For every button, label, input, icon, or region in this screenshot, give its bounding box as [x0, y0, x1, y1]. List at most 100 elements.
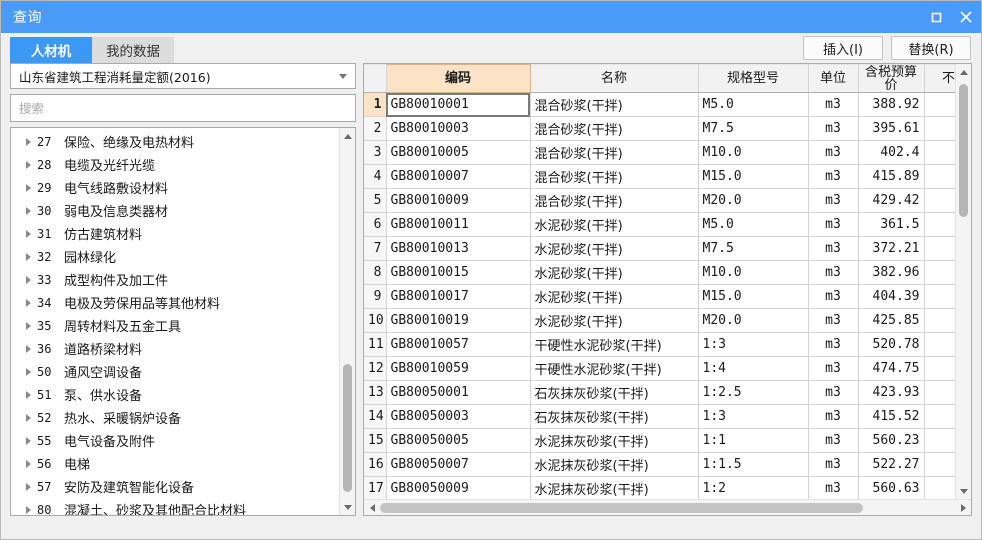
cell-nettax[interactable] [924, 236, 955, 261]
cell-code[interactable]: GB80010057 [386, 332, 531, 357]
chevron-right-icon[interactable] [21, 344, 35, 353]
tree-vertical-scrollbar[interactable] [339, 128, 355, 515]
cell-nettax[interactable] [924, 116, 955, 141]
cell-unit[interactable]: m3 [808, 236, 859, 261]
cell-name[interactable]: 水泥砂浆(干拌) [530, 260, 699, 285]
cell-nettax[interactable] [924, 188, 955, 213]
row-number-cell[interactable]: 8 [364, 260, 387, 285]
cell-price[interactable]: 402.4 [858, 140, 925, 165]
cell-price[interactable]: 382.96 [858, 260, 925, 285]
grid-horizontal-scrollbar[interactable] [364, 499, 971, 515]
table-row[interactable]: 16 GB80050007 水泥抹灰砂浆(干拌) 1:1.5 m3 522.27 [364, 452, 955, 477]
cell-price[interactable]: 388.92 [858, 92, 925, 117]
col-header-name[interactable]: 名称 [530, 64, 699, 93]
cell-unit[interactable]: m3 [808, 476, 859, 499]
table-row[interactable]: 7 GB80010013 水泥砂浆(干拌) M7.5 m3 372.21 [364, 236, 955, 261]
cell-unit[interactable]: m3 [808, 332, 859, 357]
col-header-unit[interactable]: 单位 [808, 64, 859, 93]
tree-item[interactable]: 52 热水、采暖锅炉设备 [11, 406, 339, 429]
cell-code[interactable]: GB80010013 [386, 236, 531, 261]
cell-name[interactable]: 水泥抹灰砂浆(干拌) [530, 476, 699, 499]
library-select[interactable]: 山东省建筑工程消耗量定额(2016) [10, 63, 356, 89]
cell-name[interactable]: 混合砂浆(干拌) [530, 92, 699, 117]
chevron-right-icon[interactable] [21, 137, 35, 146]
cell-spec[interactable]: M15.0 [698, 164, 809, 189]
tree-item[interactable]: 29 电气线路敷设材料 [11, 176, 339, 199]
tree-item[interactable]: 50 通风空调设备 [11, 360, 339, 383]
tree-item[interactable]: 30 弱电及信息类器材 [11, 199, 339, 222]
tree-item[interactable]: 32 园林绿化 [11, 245, 339, 268]
cell-price[interactable]: 560.63 [858, 476, 925, 499]
table-row[interactable]: 17 GB80050009 水泥抹灰砂浆(干拌) 1:2 m3 560.63 [364, 476, 955, 499]
chevron-right-icon[interactable] [21, 390, 35, 399]
cell-name[interactable]: 混合砂浆(干拌) [530, 188, 699, 213]
cell-unit[interactable]: m3 [808, 308, 859, 333]
chevron-right-icon[interactable] [21, 160, 35, 169]
col-header-code[interactable]: 编码 [385, 64, 531, 93]
cell-unit[interactable]: m3 [808, 404, 859, 429]
row-number-cell[interactable]: 12 [364, 356, 387, 381]
cell-nettax[interactable] [924, 380, 955, 405]
row-number-cell[interactable]: 6 [364, 212, 387, 237]
tree-item[interactable]: 36 道路桥梁材料 [11, 337, 339, 360]
tree-scroll-thumb[interactable] [343, 364, 352, 492]
cell-code[interactable]: GB80050001 [386, 380, 531, 405]
table-row[interactable]: 4 GB80010007 混合砂浆(干拌) M15.0 m3 415.89 [364, 164, 955, 189]
row-number-cell[interactable]: 10 [364, 308, 387, 333]
table-row[interactable]: 11 GB80010057 干硬性水泥砂浆(干拌) 1:3 m3 520.78 [364, 332, 955, 357]
cell-unit[interactable]: m3 [808, 356, 859, 381]
cell-spec[interactable]: M5.0 [698, 212, 809, 237]
row-number-cell[interactable]: 2 [364, 116, 387, 141]
row-number-cell[interactable]: 1 [364, 92, 387, 117]
cell-spec[interactable]: M5.0 [698, 92, 809, 117]
cell-code[interactable]: GB80010005 [386, 140, 531, 165]
cell-code[interactable]: GB80010011 [386, 212, 531, 237]
cell-nettax[interactable] [924, 164, 955, 189]
cell-nettax[interactable] [924, 140, 955, 165]
cell-name[interactable]: 混合砂浆(干拌) [530, 116, 699, 141]
cell-name[interactable]: 水泥抹灰砂浆(干拌) [530, 452, 699, 477]
table-row[interactable]: 3 GB80010005 混合砂浆(干拌) M10.0 m3 402.4 [364, 140, 955, 165]
cell-code[interactable]: GB80010019 [386, 308, 531, 333]
tree-item[interactable]: 55 电气设备及附件 [11, 429, 339, 452]
cell-unit[interactable]: m3 [808, 92, 859, 117]
scroll-up-icon[interactable] [340, 128, 355, 144]
cell-price[interactable]: 474.75 [858, 356, 925, 381]
search-input[interactable] [19, 100, 347, 116]
row-number-cell[interactable]: 15 [364, 428, 387, 453]
row-number-cell[interactable]: 16 [364, 452, 387, 477]
row-number-cell[interactable]: 4 [364, 164, 387, 189]
grid-scroll-down-icon[interactable] [956, 483, 971, 499]
cell-spec[interactable]: M7.5 [698, 236, 809, 261]
cell-spec[interactable]: 1:1 [698, 428, 809, 453]
cell-name[interactable]: 水泥砂浆(干拌) [530, 284, 699, 309]
cell-name[interactable]: 混合砂浆(干拌) [530, 140, 699, 165]
cell-spec[interactable]: 1:4 [698, 356, 809, 381]
cell-unit[interactable]: m3 [808, 260, 859, 285]
tree-item[interactable]: 34 电极及劳保用品等其他材料 [11, 291, 339, 314]
cell-spec[interactable]: M7.5 [698, 116, 809, 141]
table-row[interactable]: 13 GB80050001 石灰抹灰砂浆(干拌) 1:2.5 m3 423.93 [364, 380, 955, 405]
cell-code[interactable]: GB80050009 [386, 476, 531, 499]
table-row[interactable]: 15 GB80050005 水泥抹灰砂浆(干拌) 1:1 m3 560.23 [364, 428, 955, 453]
cell-code[interactable]: GB80010059 [386, 356, 531, 381]
table-row[interactable]: 14 GB80050003 石灰抹灰砂浆(干拌) 1:3 m3 415.52 [364, 404, 955, 429]
cell-spec[interactable]: 1:3 [698, 404, 809, 429]
col-header-rownum[interactable] [364, 64, 387, 93]
tree-scroll-track[interactable] [340, 144, 355, 499]
cell-name[interactable]: 混合砂浆(干拌) [530, 164, 699, 189]
table-row[interactable]: 6 GB80010011 水泥砂浆(干拌) M5.0 m3 361.5 [364, 212, 955, 237]
tab-rencaiji[interactable]: 人材机 [10, 37, 92, 63]
cell-name[interactable]: 干硬性水泥砂浆(干拌) [530, 356, 699, 381]
table-row[interactable]: 5 GB80010009 混合砂浆(干拌) M20.0 m3 429.42 [364, 188, 955, 213]
cell-nettax[interactable] [924, 404, 955, 429]
row-number-cell[interactable]: 7 [364, 236, 387, 261]
grid-scroll-up-icon[interactable] [956, 64, 971, 80]
cell-spec[interactable]: 1:2.5 [698, 380, 809, 405]
cell-code[interactable]: GB80010009 [386, 188, 531, 213]
cell-spec[interactable]: M15.0 [698, 284, 809, 309]
tree-item[interactable]: 33 成型构件及加工件 [11, 268, 339, 291]
col-header-nettax[interactable]: 不含税预 [924, 64, 955, 93]
search-box[interactable] [10, 94, 356, 122]
cell-nettax[interactable] [924, 260, 955, 285]
